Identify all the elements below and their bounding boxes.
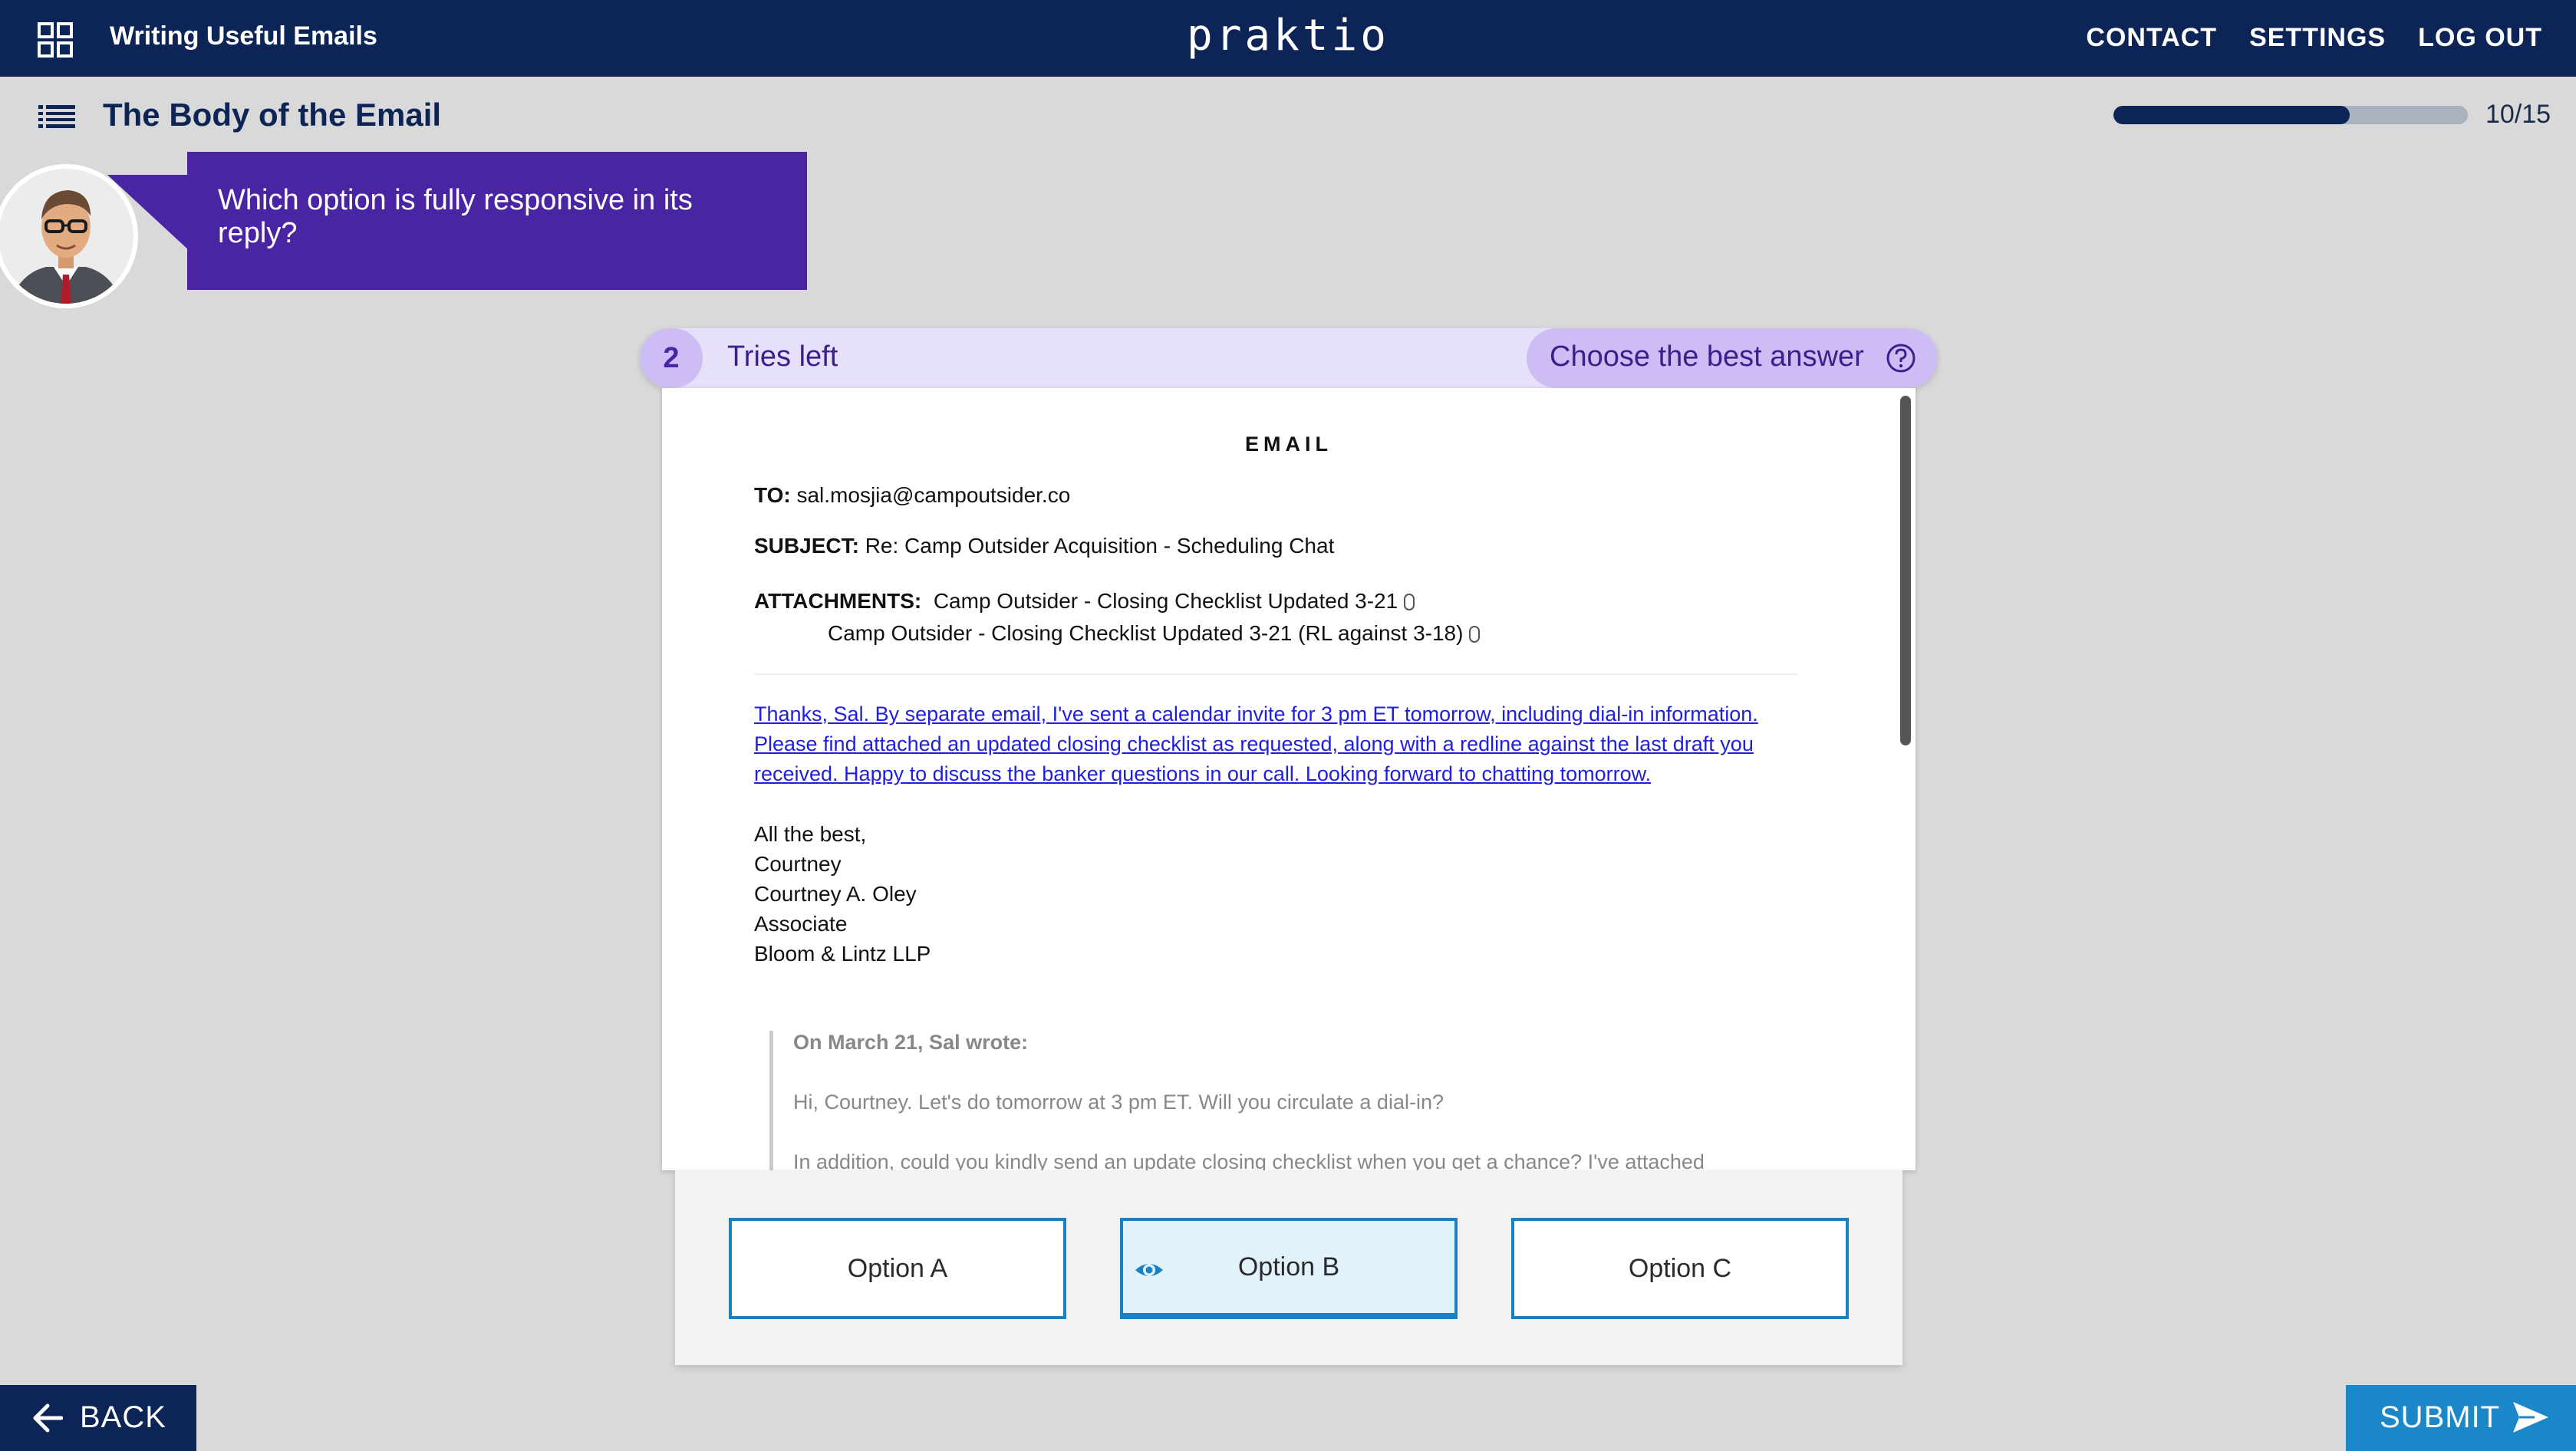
attempt-status-bar: 2 Tries left Choose the best answer bbox=[640, 328, 1938, 388]
top-nav: CONTACT SETTINGS LOG OUT bbox=[2086, 23, 2542, 53]
reply-line: received. Happy to discuss the banker qu… bbox=[754, 762, 1652, 785]
quoted-message: On March 21, Sal wrote: Hi, Courtney. Le… bbox=[769, 1031, 1843, 1170]
signature-block: Courtney A. Oley Associate Bloom & Lintz… bbox=[754, 879, 931, 969]
instruction-pill: Choose the best answer bbox=[1527, 328, 1938, 388]
progress-bar bbox=[2113, 106, 2468, 124]
arrow-left-icon bbox=[33, 1403, 63, 1433]
eye-icon bbox=[1135, 1264, 1163, 1276]
nav-settings[interactable]: SETTINGS bbox=[2249, 23, 2386, 53]
closing-line: All the best, bbox=[754, 822, 867, 846]
grid-icon[interactable] bbox=[37, 21, 74, 58]
closing: All the best, Courtney bbox=[754, 819, 866, 879]
attachments-line: ATTACHMENTS: Camp Outsider - Closing Che… bbox=[754, 589, 1415, 614]
quote-line: In addition, could you kindly send an up… bbox=[793, 1150, 1705, 1170]
nav-contact[interactable]: CONTACT bbox=[2086, 23, 2217, 53]
header-divider bbox=[754, 673, 1797, 675]
reply-body: Thanks, Sal. By separate email, I've sen… bbox=[754, 699, 1813, 789]
submit-button[interactable]: SUBMIT bbox=[2346, 1385, 2576, 1451]
question-bubble: Which option is fully responsive in its … bbox=[187, 152, 807, 290]
option-label: Option A bbox=[847, 1253, 948, 1283]
closing-name: Courtney bbox=[754, 852, 842, 876]
attachments-line-2: Camp Outsider - Closing Checklist Update… bbox=[828, 621, 1481, 646]
help-icon[interactable] bbox=[1886, 343, 1916, 373]
to-line: TO: sal.mosjia@campoutsider.co bbox=[754, 483, 1070, 508]
attachment-2[interactable]: Camp Outsider - Closing Checklist Update… bbox=[828, 621, 1463, 645]
signature-firm: Bloom & Lintz LLP bbox=[754, 942, 931, 966]
paperclip-icon bbox=[1404, 594, 1415, 610]
option-a-button[interactable]: Option A bbox=[729, 1218, 1066, 1319]
reply-line: Please find attached an updated closing … bbox=[754, 732, 1754, 755]
subject-label: SUBJECT: bbox=[754, 534, 859, 558]
submit-label: SUBMIT bbox=[2380, 1400, 2501, 1434]
instruction-label: Choose the best answer bbox=[1550, 341, 1864, 373]
course-title: Writing Useful Emails bbox=[110, 21, 377, 51]
list-icon[interactable] bbox=[38, 104, 75, 129]
to-value: sal.mosjia@campoutsider.co bbox=[796, 483, 1071, 507]
reply-line: Thanks, Sal. By separate email, I've sen… bbox=[754, 702, 1758, 726]
option-label: Option C bbox=[1628, 1253, 1732, 1283]
progress-fill bbox=[2113, 106, 2350, 124]
email-preview[interactable]: EMAIL TO: sal.mosjia@campoutsider.co SUB… bbox=[662, 388, 1916, 1170]
progress-counter: 10/15 bbox=[2485, 100, 2551, 129]
tries-label: Tries left bbox=[727, 341, 838, 373]
option-b-button[interactable]: Option B bbox=[1120, 1218, 1458, 1319]
quote-line: Hi, Courtney. Let's do tomorrow at 3 pm … bbox=[793, 1091, 1444, 1114]
send-icon bbox=[2513, 1402, 2548, 1433]
tries-count-badge: 2 bbox=[640, 328, 703, 388]
back-label: BACK bbox=[80, 1400, 166, 1434]
quote-header: On March 21, Sal wrote: bbox=[793, 1031, 1029, 1054]
option-label: Option B bbox=[1237, 1252, 1340, 1282]
subject-value: Re: Camp Outsider Acquisition - Scheduli… bbox=[865, 534, 1335, 558]
lesson-title: The Body of the Email bbox=[103, 97, 442, 133]
top-bar: Writing Useful Emails praktio CONTACT SE… bbox=[0, 0, 2576, 77]
attachments-label: ATTACHMENTS: bbox=[754, 589, 922, 613]
speech-bubble-tail bbox=[107, 175, 190, 252]
signature-name: Courtney A. Oley bbox=[754, 882, 917, 906]
nav-logout[interactable]: LOG OUT bbox=[2418, 23, 2542, 53]
option-c-button[interactable]: Option C bbox=[1511, 1218, 1849, 1319]
attachment-1[interactable]: Camp Outsider - Closing Checklist Update… bbox=[934, 589, 1398, 613]
subject-line: SUBJECT: Re: Camp Outsider Acquisition -… bbox=[754, 534, 1334, 558]
email-heading: EMAIL bbox=[1245, 433, 1332, 456]
signature-title: Associate bbox=[754, 912, 848, 936]
to-label: TO: bbox=[754, 483, 791, 507]
paperclip-icon bbox=[1469, 626, 1481, 643]
back-button[interactable]: BACK bbox=[0, 1385, 196, 1451]
options-tray: Option A Option B Option C bbox=[675, 1170, 1902, 1365]
